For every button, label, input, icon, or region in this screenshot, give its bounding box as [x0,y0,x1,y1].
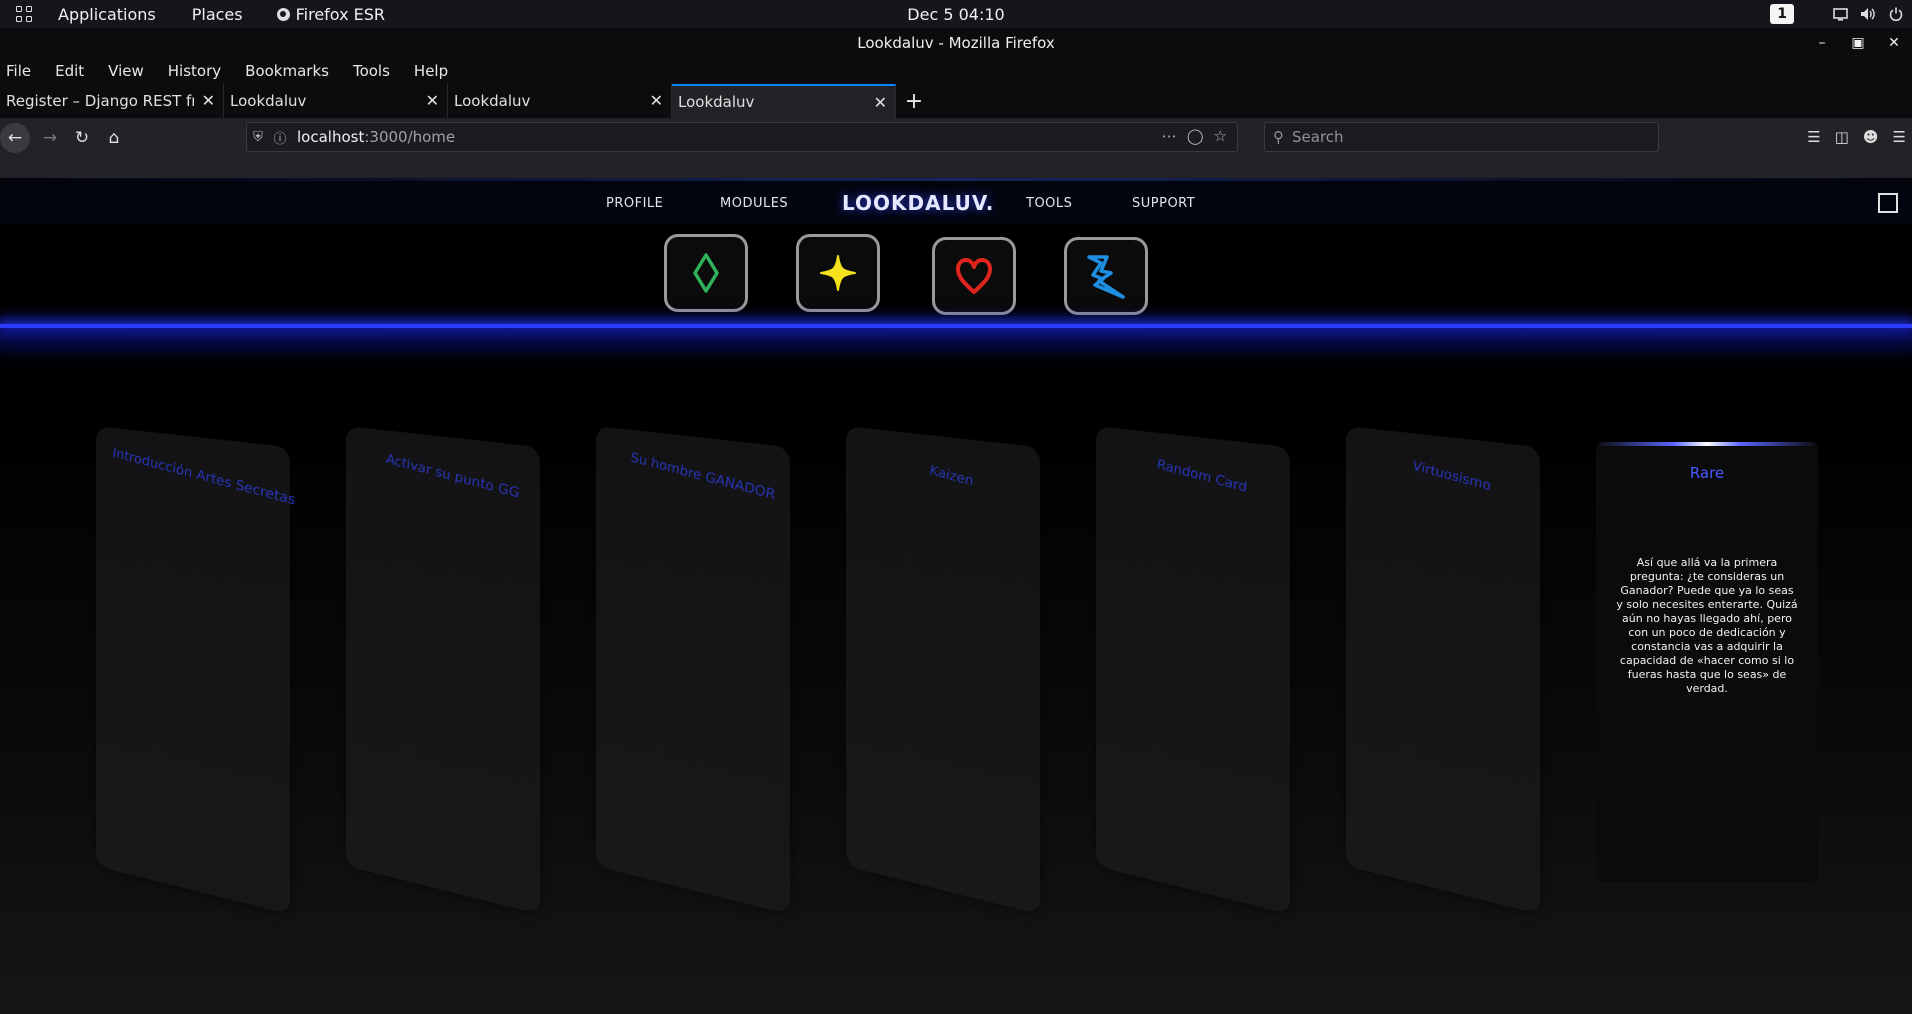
workspace-indicator[interactable]: 1 [1770,4,1794,24]
browser-tab-active[interactable]: Lookdaluv ✕ [672,84,896,118]
menu-help[interactable]: Help [414,62,448,80]
forward-icon[interactable]: → [34,122,66,154]
browser-tab[interactable]: Register – Django REST framework ✕ [0,84,224,118]
browser-tab[interactable]: Lookdaluv ✕ [448,84,672,118]
heart-button[interactable] [932,237,1016,315]
card-description: Así que allá va la primera pregunta: ¿te… [1616,556,1798,695]
app-grid-icon[interactable] [16,6,36,22]
featured-card[interactable]: Rare Así que allá va la primera pregunta… [1596,442,1818,882]
diamond-icon [693,253,719,293]
tab-strip: Register – Django REST framework ✕ Lookd… [0,84,1912,118]
menu-bookmarks[interactable]: Bookmarks [245,62,329,80]
menu-file[interactable]: File [6,62,31,80]
menu-bar: File Edit View History Bookmarks Tools H… [0,58,1912,84]
close-tab-icon[interactable]: ✕ [650,91,663,110]
system-top-bar: Applications Places Firefox ESR Dec 5 04… [0,0,1912,28]
active-app-label: Firefox ESR [295,4,386,24]
url-host: localhost [297,128,365,146]
search-placeholder: Search [1292,128,1344,146]
card-kaizen[interactable]: Kaizen [846,426,1040,915]
search-icon: ⚲ [1273,128,1284,146]
url-bar[interactable]: ⛨ ⓘ localhost:3000/home ⋯ ◯ ☆ [246,122,1238,152]
nav-modules[interactable]: MODULES [720,196,788,211]
card-title: Introducción Artes Secretas [111,445,297,509]
navigation-toolbar: ← → ↻ ⌂ ⛨ ⓘ localhost:3000/home ⋯ ◯ ☆ ⚲ … [0,118,1912,158]
reload-icon[interactable]: ↻ [66,122,98,154]
menu-tools[interactable]: Tools [353,62,390,80]
star-button[interactable] [796,234,880,312]
hamburger-menu-icon[interactable]: ☰ [1893,128,1906,146]
card-rarity: Rare [1689,464,1725,482]
back-icon[interactable]: ← [0,123,30,153]
window-title: Lookdaluv - Mozilla Firefox [857,34,1055,52]
active-app-indicator[interactable]: Firefox ESR [276,4,386,24]
sidebar-icon[interactable]: ◫ [1835,128,1849,146]
minimize-icon[interactable]: – [1804,35,1840,51]
tab-title: Lookdaluv [230,92,307,110]
card-su-hombre[interactable]: Su hombre GANADOR [596,426,790,915]
page-content: PROFILE MODULES LOOKDALUV. TOOLS SUPPORT… [0,178,1912,1014]
nav-tools[interactable]: TOOLS [1026,196,1072,211]
maximize-icon[interactable]: ▣ [1840,35,1876,51]
applications-menu[interactable]: Applications [58,5,156,24]
menu-edit[interactable]: Edit [55,62,84,80]
tab-title: Register – Django REST framework [6,92,194,110]
close-tab-icon[interactable]: ✕ [202,91,215,110]
search-input[interactable]: ⚲ Search [1264,122,1659,152]
menu-view[interactable]: View [108,62,144,80]
card-introduccion[interactable]: Introducción Artes Secretas [96,426,296,915]
card-glow-line [1596,442,1818,446]
screen-icon[interactable] [1832,6,1848,22]
card-activar[interactable]: Activar su punto GG [346,426,540,915]
nav-support[interactable]: SUPPORT [1132,196,1195,211]
lightning-button[interactable] [1064,237,1148,315]
card-virtuosismo[interactable]: Virtuosismo [1346,426,1540,915]
firefox-icon [276,7,290,21]
home-icon[interactable]: ⌂ [98,122,130,154]
site-navigation: PROFILE MODULES LOOKDALUV. TOOLS SUPPORT [0,181,1912,225]
new-tab-icon[interactable]: + [896,84,932,118]
card-title: Virtuosismo [1411,458,1492,495]
site-logo[interactable]: LOOKDALUV. [842,191,994,215]
browser-tab[interactable]: Lookdaluv ✕ [224,84,448,118]
lightning-icon [1087,255,1125,299]
page-actions-icon[interactable]: ⋯ [1162,127,1177,145]
card-title: Su hombre GANADOR [629,450,777,504]
library-icon[interactable]: ☰ [1807,128,1820,146]
close-window-icon[interactable]: ✕ [1876,35,1912,51]
diamond-button[interactable] [664,234,748,312]
bookmark-star-icon[interactable]: ☆ [1214,127,1227,145]
tracking-shield-icon[interactable]: ⛨ [247,130,269,145]
menu-history[interactable]: History [168,62,221,80]
nav-profile[interactable]: PROFILE [606,196,663,211]
volume-icon[interactable] [1860,6,1876,22]
heart-icon [956,258,992,294]
account-icon[interactable]: ☻ [1863,128,1879,146]
tab-title: Lookdaluv [678,93,755,111]
power-icon[interactable] [1888,6,1904,22]
card-title: Kaizen [928,463,975,490]
card-title: Random Card [1155,457,1248,496]
star-icon [820,255,856,291]
window-title-bar: Lookdaluv - Mozilla Firefox – ▣ ✕ [0,28,1912,58]
card-random[interactable]: Random Card [1096,426,1290,915]
card-title: Activar su punto GG [385,451,521,502]
menu-toggle-checkbox[interactable] [1878,193,1898,213]
site-info-icon[interactable]: ⓘ [269,128,291,147]
close-tab-icon[interactable]: ✕ [426,91,439,110]
url-path: :3000/home [364,128,456,146]
close-tab-icon[interactable]: ✕ [874,93,887,112]
toolbar-spacer [0,158,1912,178]
tab-title: Lookdaluv [454,92,531,110]
neon-glow [0,328,1912,358]
places-menu[interactable]: Places [192,5,243,24]
pocket-icon[interactable]: ◯ [1187,127,1204,145]
